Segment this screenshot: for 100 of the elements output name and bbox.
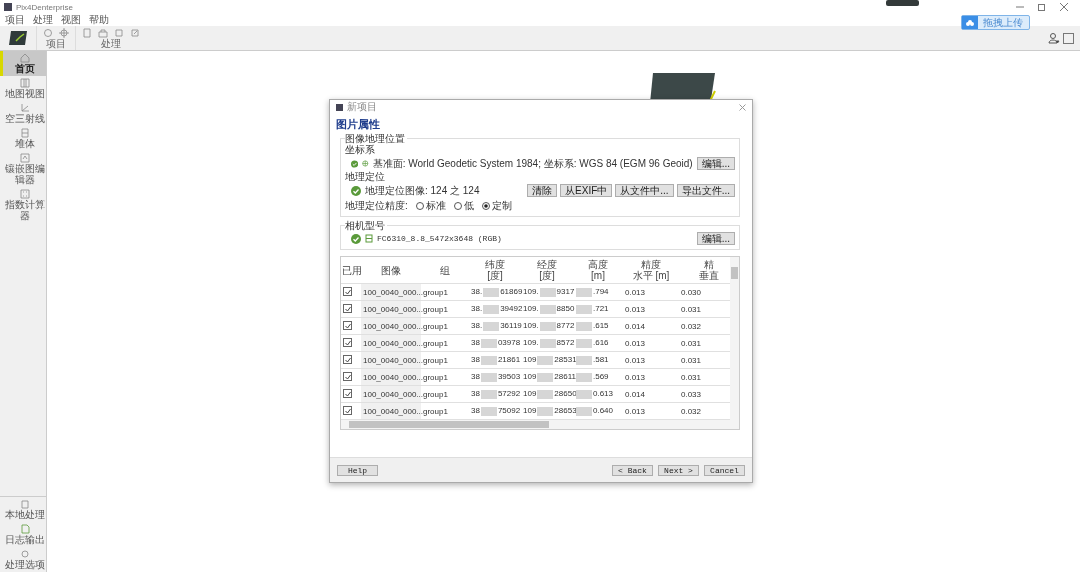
app-icon xyxy=(4,3,12,11)
camera-body-icon xyxy=(365,234,373,243)
logo-icon xyxy=(8,29,28,47)
table-cell: 0.013 xyxy=(625,304,646,314)
image-icon[interactable] xyxy=(19,153,30,163)
action-button[interactable]: 从文件中... xyxy=(615,184,674,197)
dark-tab-drawing xyxy=(886,0,919,6)
column-header[interactable]: 经度 xyxy=(537,259,557,270)
log-file-icon[interactable] xyxy=(19,524,30,534)
radio-button[interactable] xyxy=(481,201,490,210)
cell-text: 57292 xyxy=(497,389,521,399)
blur-patch xyxy=(576,406,592,416)
column-header[interactable]: 高度 xyxy=(588,259,608,270)
sidebar-item[interactable]: 镶嵌图编辑器 xyxy=(0,151,46,187)
checkbox[interactable] xyxy=(343,406,352,416)
user-icon[interactable] xyxy=(1048,32,1060,44)
edit-icon[interactable] xyxy=(130,27,140,38)
cell-text: .569 xyxy=(593,372,609,382)
sidebar-item[interactable]: 指数计算器 xyxy=(0,187,46,223)
checkbox[interactable] xyxy=(343,355,352,365)
column-header[interactable]: [度] xyxy=(487,270,503,281)
radio-button[interactable] xyxy=(415,201,424,210)
radio-label[interactable]: 标准 xyxy=(425,198,446,213)
sidebar-item[interactable]: 处理选项 xyxy=(0,547,46,572)
table-cell: 0.013 xyxy=(625,372,646,382)
table-cell: 100_0040_000... xyxy=(363,355,424,365)
cell-text: .721 xyxy=(593,304,609,314)
cell-text: 38 xyxy=(471,355,480,365)
sidebar-item[interactable]: 空三射线 xyxy=(0,101,46,126)
action-button[interactable]: 导出文件... xyxy=(676,184,735,197)
column-header[interactable]: 纬度 xyxy=(485,259,505,270)
cancel-button[interactable]: Cancel xyxy=(704,464,745,476)
table-cell: group1 xyxy=(423,287,448,297)
table-cell: 0.014 xyxy=(625,389,646,399)
sidebar-item[interactable]: 首页 xyxy=(0,51,46,76)
checkbox[interactable] xyxy=(343,321,352,331)
square-icon[interactable] xyxy=(114,27,124,38)
column-header[interactable]: 已用 xyxy=(342,264,361,276)
vertical-scrollbar[interactable] xyxy=(730,257,739,420)
minimize-icon[interactable] xyxy=(1016,3,1024,11)
home-icon[interactable] xyxy=(19,53,30,63)
menu-item[interactable]: 项目 xyxy=(5,14,25,26)
edit-button[interactable]: 编辑... xyxy=(696,157,735,170)
map-icon[interactable] xyxy=(19,78,30,88)
column-header[interactable]: 垂直 xyxy=(699,270,719,281)
cell-text: 0.613 xyxy=(593,389,614,399)
checkbox[interactable] xyxy=(343,372,352,382)
close-icon[interactable] xyxy=(739,103,746,111)
cell-text: 8772 xyxy=(556,321,575,331)
document-icon[interactable] xyxy=(82,27,92,38)
cell-text: 38 xyxy=(471,389,480,399)
sidebar-item[interactable]: 本地处理 xyxy=(0,497,46,522)
grid-icon[interactable] xyxy=(19,189,30,199)
close-icon[interactable] xyxy=(1060,3,1068,11)
edit-button[interactable]: 编辑... xyxy=(696,232,735,245)
cell-text: 8850 xyxy=(556,304,575,314)
cell-text: 109. xyxy=(523,287,539,297)
column-header[interactable]: 图像 xyxy=(381,264,401,276)
document-icon[interactable] xyxy=(19,499,30,509)
column-header[interactable]: 水平 [m] xyxy=(632,270,670,281)
chart-icon[interactable] xyxy=(19,103,30,113)
menu-item[interactable]: 处理 xyxy=(33,14,53,26)
radio-button[interactable] xyxy=(453,201,462,210)
next-button[interactable]: Next > xyxy=(658,464,699,476)
horizontal-scrollbar[interactable] xyxy=(341,420,739,429)
blur-patch xyxy=(537,355,554,365)
checkbox[interactable] xyxy=(343,389,352,399)
sidebar-item[interactable]: 日志输出 xyxy=(0,522,46,547)
checkbox[interactable] xyxy=(343,304,352,314)
menu-item[interactable]: 帮助 xyxy=(89,14,109,26)
column-header[interactable]: 精度 xyxy=(641,259,661,270)
cell-text: 21861 xyxy=(497,355,521,365)
column-header[interactable]: 组 xyxy=(440,264,450,276)
column-header[interactable]: 精 xyxy=(704,259,714,270)
sidebar-item[interactable]: 堆体 xyxy=(0,126,46,151)
panel-icon[interactable] xyxy=(1063,32,1074,44)
table-cell: 100_0040_000... xyxy=(363,372,424,382)
coordinate-text: 基准面: World Geodetic System 1984; 坐标系: WGS 84 (EGM 96 Geoid) xyxy=(372,156,693,171)
back-button[interactable]: < Back xyxy=(612,464,653,476)
column-header[interactable]: [m] xyxy=(591,270,605,281)
action-button[interactable]: 清除 xyxy=(527,184,558,197)
box-icon[interactable] xyxy=(98,27,108,38)
checkbox[interactable] xyxy=(343,287,352,297)
checkbox[interactable] xyxy=(343,338,352,348)
restore-icon[interactable] xyxy=(1038,3,1046,11)
action-button[interactable]: 从EXIF中 xyxy=(560,184,613,197)
column-header[interactable]: [度] xyxy=(539,270,555,281)
blur-patch xyxy=(576,304,592,314)
cylinder-icon[interactable] xyxy=(19,128,30,138)
cell-text: 109. xyxy=(523,338,539,348)
radio-label[interactable]: 低 xyxy=(463,198,474,213)
menu-item[interactable]: 视图 xyxy=(61,14,81,26)
sidebar-item[interactable]: 地图视图 xyxy=(0,76,46,101)
help-button[interactable]: Help xyxy=(337,464,378,476)
blur-patch xyxy=(480,406,497,416)
page-heading: 图片属性 xyxy=(335,117,381,132)
cell-text: 109 xyxy=(523,372,537,382)
table-cell: 0.031 xyxy=(681,304,702,314)
crosshair-icon[interactable] xyxy=(59,27,69,38)
radio-label[interactable]: 定制 xyxy=(491,198,512,213)
